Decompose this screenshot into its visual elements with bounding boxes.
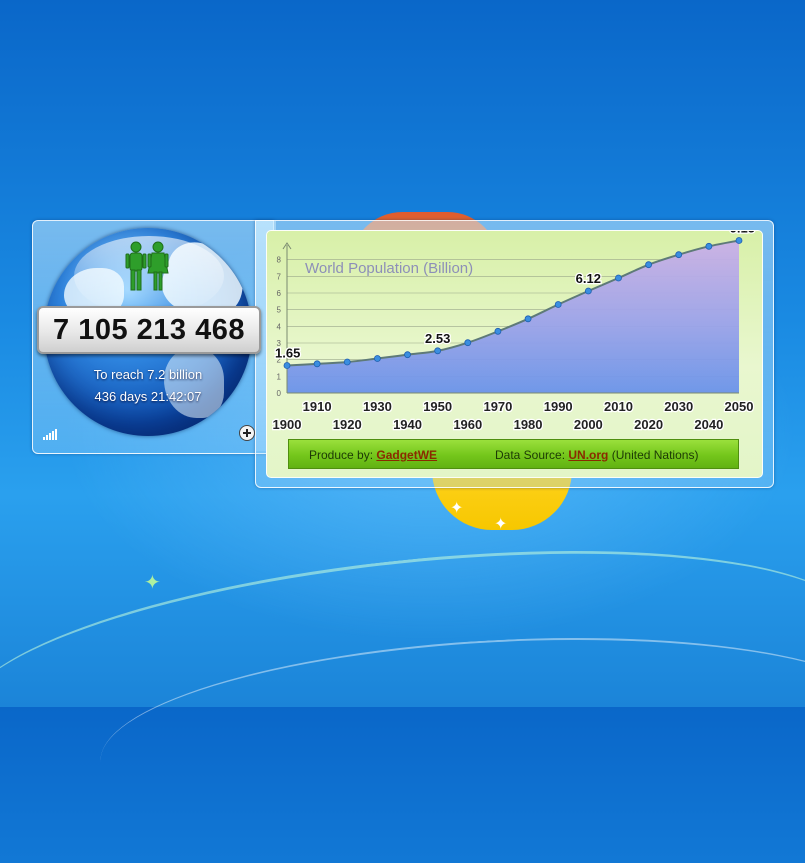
plus-icon[interactable]	[239, 425, 255, 441]
un-org-link[interactable]: UN.org	[568, 448, 608, 462]
y-tick-label: 1	[277, 372, 282, 381]
data-point	[313, 360, 321, 368]
x-tick-label: 1970	[483, 399, 512, 414]
data-label: 1.65	[275, 346, 300, 361]
data-point	[464, 339, 472, 347]
source-label: Data Source:	[495, 448, 566, 462]
data-point	[434, 347, 442, 355]
data-point	[645, 261, 653, 269]
sparkle-icon: ✦	[494, 516, 508, 533]
x-tick-label: 1960	[453, 417, 482, 432]
y-tick-label: 0	[277, 389, 282, 398]
y-tick-label: 7	[277, 272, 282, 281]
y-tick-label: 4	[277, 322, 282, 331]
x-tick-label: 2020	[634, 417, 663, 432]
x-tick-label: 1900	[273, 417, 302, 432]
x-tick-label: 2050	[725, 399, 754, 414]
x-tick-label: 1940	[393, 417, 422, 432]
x-tick-label: 2040	[694, 417, 723, 432]
data-point	[343, 358, 351, 366]
x-tick-label: 2030	[664, 399, 693, 414]
chart-title: World Population (Billion)	[305, 260, 473, 277]
data-point	[494, 327, 502, 335]
signal-icon[interactable]	[43, 428, 57, 440]
x-tick-label: 1920	[333, 417, 362, 432]
gadgetwe-link[interactable]: GadgetWE	[376, 448, 437, 462]
data-point	[374, 355, 381, 362]
data-label: 6.12	[576, 271, 601, 286]
data-point	[735, 237, 743, 244]
x-tick-label: 1980	[514, 417, 543, 432]
x-tick-label: 1910	[303, 399, 332, 414]
countdown-value: 436 days 21:42:07	[94, 389, 202, 404]
x-tick-label: 1950	[423, 399, 452, 414]
data-point	[554, 301, 562, 308]
data-point	[404, 351, 411, 359]
data-point	[705, 242, 713, 250]
sparkle-icon: ✦	[144, 572, 161, 594]
people-icon	[125, 241, 169, 291]
footer-bar: Produce by: GadgetWE Data Source: UN.org…	[288, 439, 739, 469]
x-tick-label: 2010	[604, 399, 633, 414]
population-counter: 7 105 213 468	[37, 306, 261, 354]
data-point	[524, 315, 532, 323]
y-tick-label: 5	[277, 306, 282, 315]
reach-info: To reach 7.2 billion 436 days 21:42:07	[44, 364, 252, 408]
data-point	[675, 251, 683, 259]
data-label: 9.15	[730, 231, 755, 236]
data-point	[283, 362, 291, 369]
data-point	[615, 274, 622, 282]
y-tick-label: 6	[277, 289, 282, 298]
produce-info: Produce by: GadgetWE	[309, 448, 437, 462]
source-suffix: (United Nations)	[611, 448, 699, 462]
source-info: Data Source: UN.org (United Nations)	[495, 448, 698, 462]
reach-label: To reach 7.2 billion	[93, 367, 203, 382]
produce-label: Produce by:	[309, 448, 374, 462]
x-tick-label: 2000	[574, 417, 603, 432]
x-tick-label: 1990	[544, 399, 573, 414]
x-tick-label: 1930	[363, 399, 392, 414]
data-label: 2.53	[425, 331, 450, 346]
y-tick-label: 8	[277, 256, 282, 265]
data-point	[584, 287, 592, 295]
sparkle-icon: ✦	[450, 500, 464, 517]
